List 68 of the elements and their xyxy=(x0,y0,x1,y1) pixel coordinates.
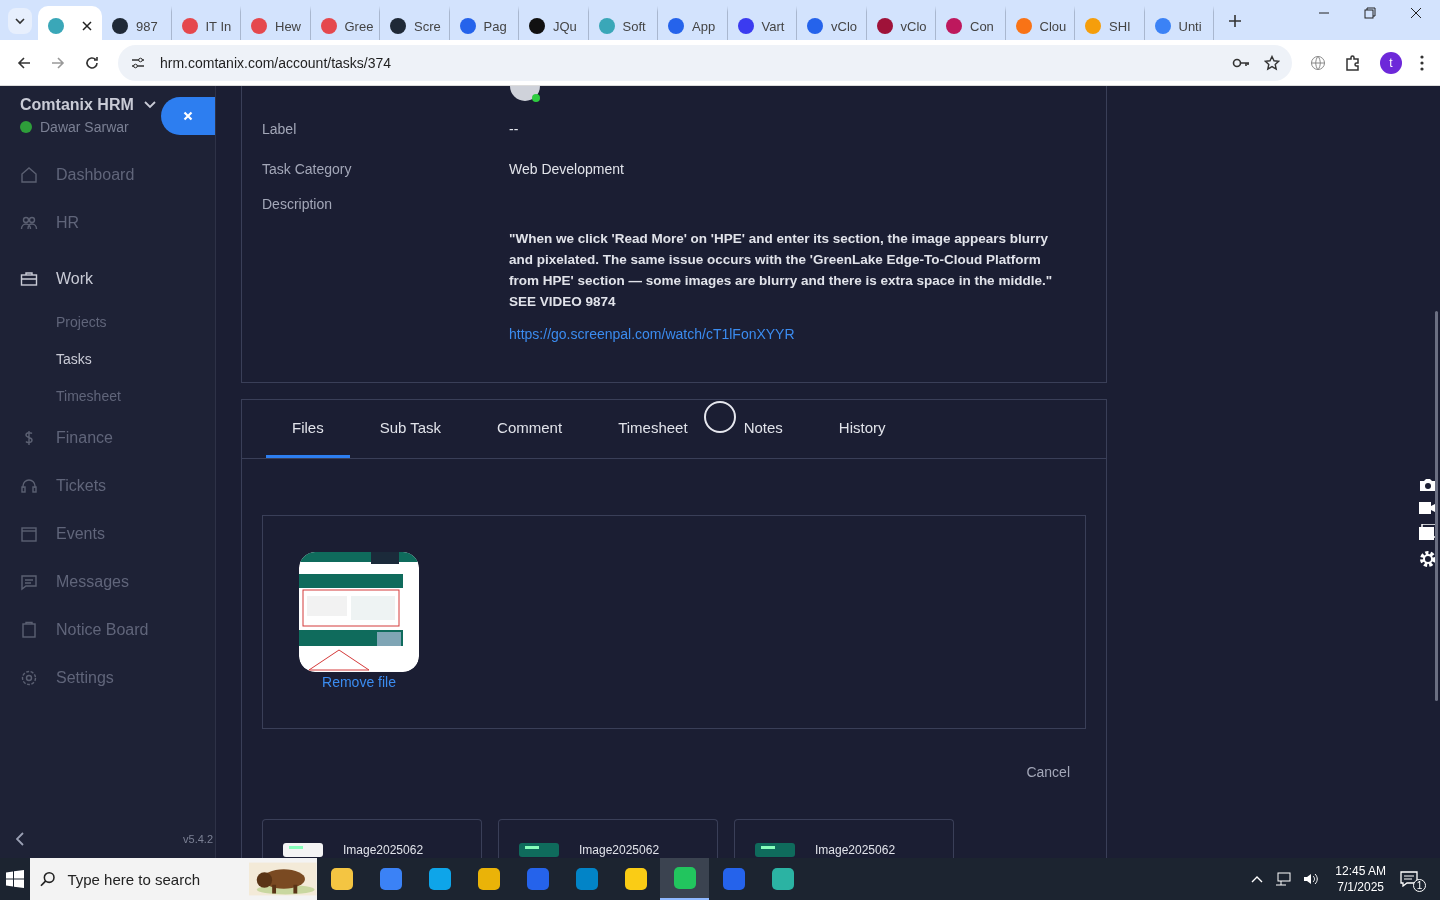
file-dropzone[interactable]: Remove file xyxy=(262,515,1086,729)
video-link[interactable]: https://go.screenpal.com/watch/cT1lFonXYYR xyxy=(509,326,795,342)
video-camera-icon[interactable] xyxy=(1419,502,1437,514)
user-name: Dawar Sarwar xyxy=(40,119,129,135)
window-icon[interactable] xyxy=(1419,524,1437,540)
nav-subitem[interactable]: Tasks xyxy=(0,340,215,377)
settings-icon[interactable] xyxy=(1419,550,1437,568)
forward-icon[interactable] xyxy=(50,54,66,71)
taskbar-app-icon[interactable] xyxy=(660,858,709,900)
collapse-icon[interactable] xyxy=(16,832,24,846)
clock-date: 7/1/2025 xyxy=(1337,880,1384,894)
nav-icon xyxy=(20,214,38,232)
file-name: Image2025062 xyxy=(815,843,896,857)
nav-icon xyxy=(20,525,38,543)
notification-count: 1 xyxy=(1413,879,1426,892)
avatar-icon xyxy=(509,86,541,104)
field-label: Task Category xyxy=(262,161,353,177)
notification-icon[interactable] xyxy=(1400,871,1418,887)
speaker-icon[interactable] xyxy=(1303,872,1320,886)
app-brand: Comtanix HRM xyxy=(20,96,134,114)
nav-icon xyxy=(20,669,38,687)
field-value: Web Development xyxy=(509,161,625,177)
globe-icon[interactable] xyxy=(1310,54,1326,71)
chevron-down-icon[interactable] xyxy=(143,101,156,109)
taskbar-search-box[interactable]: Type here to search xyxy=(30,858,317,900)
address-field[interactable]: hrm.comtanix.com/account/tasks/374 xyxy=(118,44,1292,81)
tab[interactable]: History xyxy=(812,400,912,458)
cancel-button[interactable]: Cancel xyxy=(1020,763,1076,781)
taskbar-search-field[interactable]: Type here to search xyxy=(65,869,240,889)
tab[interactable]: Comment xyxy=(471,400,589,458)
tab[interactable]: Notes xyxy=(717,400,809,458)
chevron-up-icon[interactable] xyxy=(1251,875,1264,883)
search-icon xyxy=(40,871,56,887)
file-name: Image2025062 xyxy=(343,843,424,857)
remove-file-link[interactable]: Remove file xyxy=(322,674,396,690)
nav-icon xyxy=(20,621,38,639)
version-label: v5.4.2 xyxy=(183,833,213,845)
task-description: "When we click 'Read More' on 'HPE' and enter its section, the image appears blurry and pixelated. The same issue occurs with the 'GreenLake Edge-To-Cloud Platform from HPE' section — some images are blurry and there is extra space in the middle." SEE VIDEO 9874 xyxy=(509,230,1054,311)
nav-icon xyxy=(20,477,38,495)
close-icon xyxy=(183,110,193,121)
nav-icon xyxy=(20,166,38,184)
reload-icon[interactable] xyxy=(84,54,100,71)
nav-icon xyxy=(20,573,38,591)
tab[interactable]: Files xyxy=(266,400,350,458)
field-label: Description xyxy=(262,196,334,214)
close-sidebar-button[interactable] xyxy=(161,96,215,135)
windows-start-icon[interactable] xyxy=(6,870,24,888)
nav-icon xyxy=(20,270,38,288)
tab-search-button[interactable] xyxy=(8,8,32,34)
menu-icon[interactable] xyxy=(1420,54,1424,71)
star-icon[interactable] xyxy=(1264,54,1280,71)
nav-item[interactable]: Work xyxy=(0,255,215,303)
chevron-down-icon xyxy=(14,15,26,27)
restore-icon[interactable] xyxy=(1364,7,1376,19)
clock-time: 12:45 AM xyxy=(1335,864,1386,878)
tab[interactable]: Sub Task xyxy=(353,400,468,458)
new-tab-icon[interactable] xyxy=(1228,14,1242,28)
file-name: Image2025062 xyxy=(579,843,660,857)
field-label: Label xyxy=(262,121,298,137)
tab[interactable]: Timesheet xyxy=(592,400,714,458)
close-icon[interactable] xyxy=(1410,7,1422,19)
close-icon[interactable] xyxy=(82,21,92,31)
field-value: -- xyxy=(509,121,520,137)
camera-icon[interactable] xyxy=(1419,478,1437,492)
puzzle-icon[interactable] xyxy=(1344,53,1362,72)
profile-avatar[interactable]: t xyxy=(1380,51,1402,74)
network-icon[interactable] xyxy=(1275,872,1292,886)
back-icon[interactable] xyxy=(16,54,32,71)
